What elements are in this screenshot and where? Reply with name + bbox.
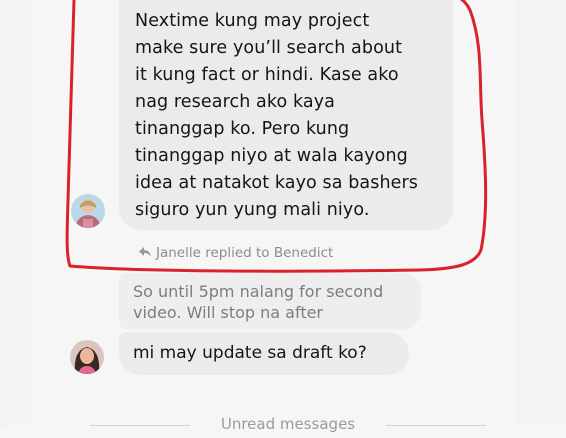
unread-divider-label: Unread messages (220, 415, 356, 433)
message-line: siguro yun yung mali niyo. (135, 200, 370, 220)
message-line: tinanggap niyo at wala kayong (135, 146, 408, 166)
message-line: tinanggap ko. Pero kung (135, 119, 350, 139)
message-text: mi may update sa draft ko? (133, 343, 367, 363)
message-line: So until 5pm nalang for second (133, 282, 384, 301)
reply-arrow-icon (138, 246, 152, 258)
reply-indicator: Janelle replied to Benedict (138, 245, 333, 261)
message-line: idea at natakot kayo sa bashers (135, 173, 419, 193)
message-line: Nextime kung may project (135, 11, 370, 31)
sender-avatar-2[interactable] (70, 340, 104, 374)
message-line: it kung fact or hindi. Kase ako (135, 65, 399, 85)
message-bubble-main[interactable]: Nextime kung may project make sure you’l… (119, 0, 453, 230)
message-bubble-last[interactable]: mi may update sa draft ko? (119, 332, 409, 375)
reply-indicator-text: Janelle replied to Benedict (156, 245, 334, 261)
message-bubble-replied[interactable]: So until 5pm nalang for second video. Wi… (119, 273, 421, 329)
sender-avatar[interactable] (71, 194, 105, 228)
message-line: video. Will stop na after (133, 303, 324, 322)
background-right (516, 0, 566, 426)
message-line: nag research ako kaya (135, 92, 335, 112)
unread-divider: Unread messages (90, 408, 486, 438)
message-line: make sure you’ll search about (135, 38, 403, 58)
background-left (0, 0, 60, 426)
